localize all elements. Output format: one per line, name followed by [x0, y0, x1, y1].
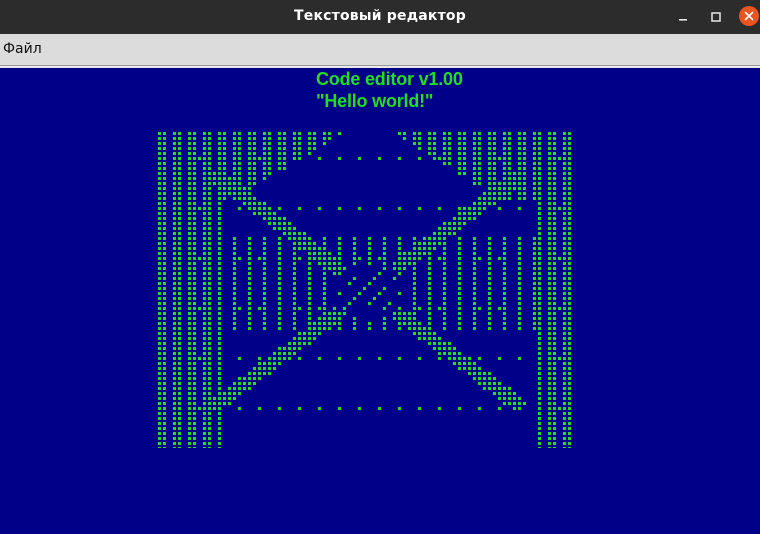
window-title: Текстовый редактор: [294, 8, 466, 24]
green-dot-matrix-art: [158, 132, 571, 448]
close-button[interactable]: [739, 6, 759, 26]
minimize-button[interactable]: [672, 6, 694, 28]
menu-separator: [0, 66, 760, 68]
maximize-button[interactable]: [705, 6, 727, 28]
maximize-icon: [711, 12, 721, 22]
menu-item-file[interactable]: Файл: [1, 34, 44, 65]
hello-world-text: "Hello world!": [316, 91, 434, 111]
close-icon: [744, 11, 754, 21]
minimize-icon: [679, 19, 687, 21]
editor-version-text: Code editor v1.00: [316, 69, 463, 89]
window-titlebar: Текстовый редактор: [0, 0, 760, 34]
menu-bar: Файл: [0, 34, 760, 68]
